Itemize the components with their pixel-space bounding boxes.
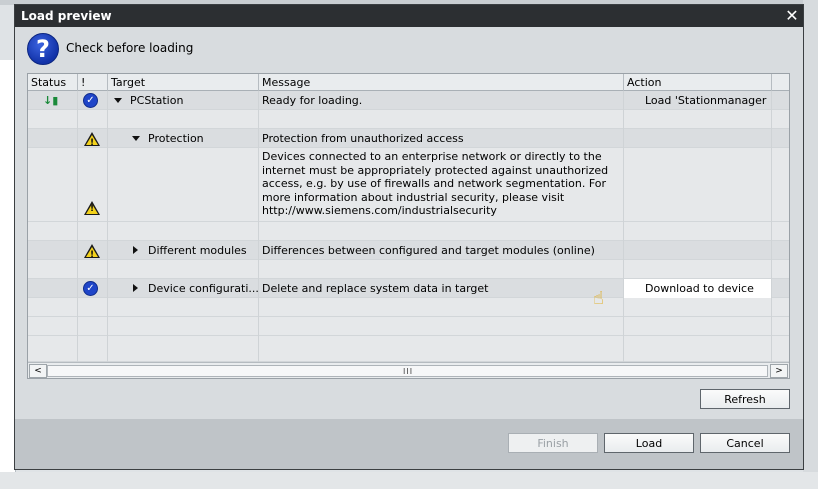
table-row xyxy=(28,336,789,362)
question-icon: ? xyxy=(27,33,59,65)
column-header-target[interactable]: Target xyxy=(108,74,259,91)
download-to-device-icon: ↓▮ xyxy=(43,94,59,107)
refresh-button[interactable]: Refresh xyxy=(700,389,790,409)
action-cell[interactable]: Load 'Stationmanager xyxy=(624,91,772,110)
hand-cursor-icon: ☝ xyxy=(593,288,604,309)
table-row xyxy=(28,222,789,241)
expand-triangle-icon[interactable] xyxy=(133,284,138,292)
message-cell: Ready for loading. xyxy=(259,91,624,110)
action-cell xyxy=(624,241,772,260)
target-name: Device configurati... xyxy=(148,282,259,295)
load-preview-dialog: Load preview ✕ ? Check before loading St… xyxy=(14,4,804,470)
table-row[interactable]: ! Protection Protection from unauthorize… xyxy=(28,129,789,148)
expand-triangle-icon[interactable] xyxy=(132,136,140,141)
scroll-right-button[interactable]: > xyxy=(770,364,788,378)
dialog-footer: Finish Load Cancel xyxy=(15,419,803,469)
table-row[interactable]: ↓▮ ✓ PCStation Ready for loading. Load '… xyxy=(28,91,789,110)
column-header-message[interactable]: Message xyxy=(259,74,624,91)
table-header: Status ! Target Message Action xyxy=(28,74,789,91)
check-warning-icon: ✓ xyxy=(83,93,98,108)
expand-triangle-icon[interactable] xyxy=(133,246,138,254)
security-message-text: Devices connected to an enterprise netwo… xyxy=(262,150,609,217)
scroll-thumb[interactable]: III xyxy=(47,365,768,377)
table-row xyxy=(28,298,789,317)
table-row xyxy=(28,110,789,129)
scroll-left-button[interactable]: < xyxy=(29,364,47,378)
load-preview-table: Status ! Target Message Action ↓▮ ✓ PCSt… xyxy=(27,73,790,379)
background-bottom-strip xyxy=(0,472,818,489)
action-dropdown[interactable]: Download to device xyxy=(624,279,772,298)
scroll-grip-icon: III xyxy=(403,367,414,376)
table-row xyxy=(28,260,789,279)
expand-triangle-icon[interactable] xyxy=(114,98,122,103)
table-row[interactable]: ✓ Device configurati... Delete and repla… xyxy=(28,279,789,298)
header-text: Check before loading xyxy=(66,41,194,55)
close-button[interactable]: ✕ xyxy=(783,7,801,25)
table-row xyxy=(28,317,789,336)
dialog-titlebar: Load preview ✕ xyxy=(15,5,803,27)
action-cell xyxy=(624,129,772,148)
dialog-title: Load preview xyxy=(21,9,112,23)
target-name: Different modules xyxy=(148,244,247,257)
message-cell: Protection from unauthorized access xyxy=(259,129,624,148)
horizontal-scrollbar[interactable]: < III > xyxy=(28,362,789,378)
check-icon: ✓ xyxy=(83,281,98,296)
dialog-header: ? Check before loading xyxy=(15,27,803,71)
message-cell: Differences between configured and targe… xyxy=(259,241,624,260)
chevron-right-icon: > xyxy=(775,366,783,376)
target-name: Protection xyxy=(148,132,204,145)
column-header-status[interactable]: Status xyxy=(28,74,78,91)
column-header-flag[interactable]: ! xyxy=(78,74,108,91)
message-cell: Delete and replace system data in target xyxy=(259,279,624,298)
table-row[interactable]: ! Different modules Differences between … xyxy=(28,241,789,260)
load-button[interactable]: Load xyxy=(604,433,694,453)
target-name: PCStation xyxy=(130,94,184,107)
background-right-pane xyxy=(803,0,818,489)
chevron-left-icon: < xyxy=(34,366,42,376)
column-header-action[interactable]: Action xyxy=(624,74,772,91)
close-icon: ✕ xyxy=(785,6,799,25)
table-body: ↓▮ ✓ PCStation Ready for loading. Load '… xyxy=(28,91,789,362)
finish-button[interactable]: Finish xyxy=(508,433,598,453)
cancel-button[interactable]: Cancel xyxy=(700,433,790,453)
